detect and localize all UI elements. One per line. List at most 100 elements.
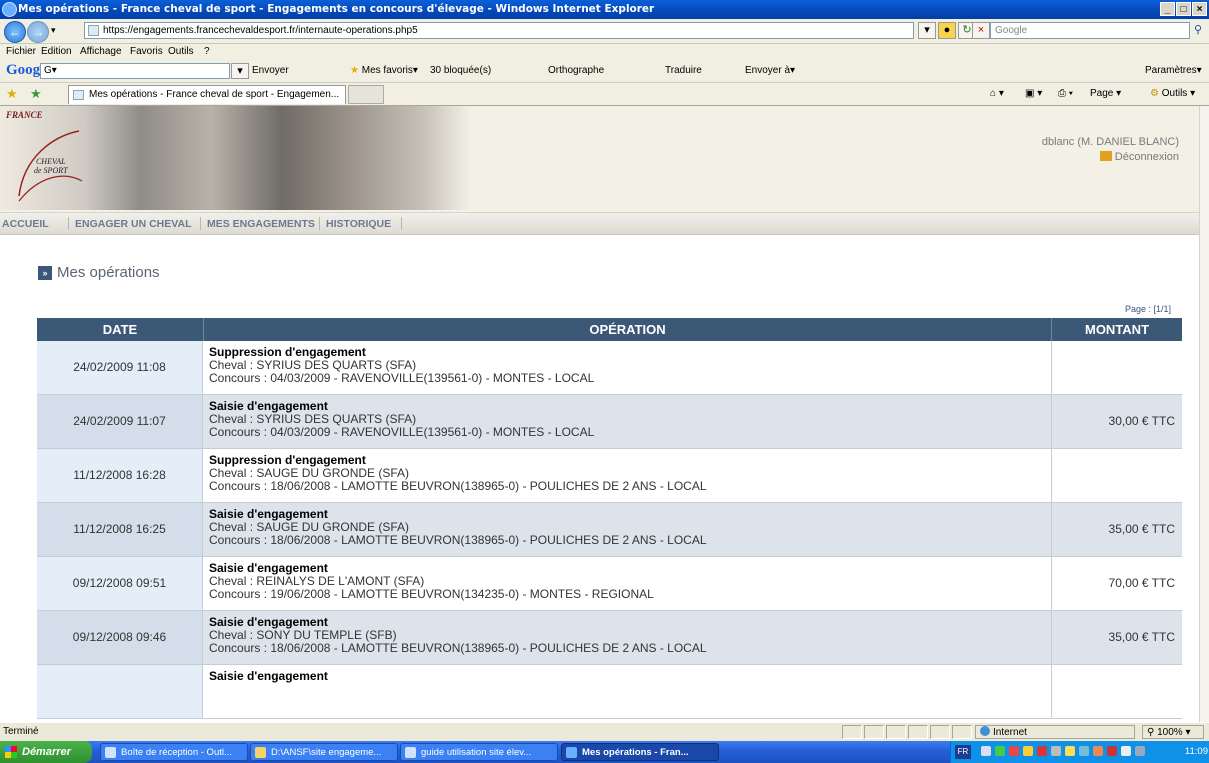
- task-ie-active[interactable]: Mes opérations - Fran...: [561, 743, 719, 761]
- row-date: 24/02/2009 11:08: [37, 341, 203, 394]
- nav-accueil[interactable]: ACCUEIL: [2, 218, 49, 230]
- new-tab-button[interactable]: [348, 85, 384, 104]
- history-dropdown-icon[interactable]: ▾: [51, 25, 56, 36]
- task-outlook[interactable]: Boîte de réception - Outl...: [100, 743, 248, 761]
- tray-app-icon[interactable]: [1037, 746, 1047, 756]
- start-button[interactable]: Démarrer: [0, 741, 92, 763]
- home-icon[interactable]: ⌂ ▾: [990, 88, 1004, 99]
- minimize-button[interactable]: _: [1160, 2, 1175, 16]
- language-indicator[interactable]: FR: [955, 745, 971, 759]
- menu-help[interactable]: ?: [204, 46, 210, 57]
- maximize-button[interactable]: □: [1176, 2, 1191, 16]
- blocked-popups[interactable]: 30 bloquée(s): [430, 65, 491, 76]
- page-menu[interactable]: Page ▾: [1090, 88, 1121, 99]
- security-zone[interactable]: Internet: [975, 725, 1135, 739]
- google-select: G▾: [44, 65, 57, 76]
- nav-engager-cheval[interactable]: ENGAGER UN CHEVAL: [75, 218, 191, 230]
- network-icon[interactable]: [981, 746, 991, 756]
- forward-icon[interactable]: →: [27, 21, 49, 43]
- add-favorite-icon[interactable]: ★: [30, 86, 42, 102]
- tray-app-icon[interactable]: [1093, 746, 1103, 756]
- tools-menu[interactable]: ⚙ Outils ▾: [1150, 88, 1195, 99]
- menu-affichage[interactable]: Affichage: [80, 46, 122, 57]
- logo-france: FRANCE: [6, 110, 43, 120]
- tray-app-icon[interactable]: [1079, 746, 1089, 756]
- site-banner: FRANCE CHEVAL de SPORT dblanc (M. DANIEL…: [0, 106, 1199, 213]
- table-header: DATE OPÉRATION MONTANT: [37, 318, 1182, 341]
- row-amount: 35,00 € TTC: [1108, 522, 1175, 536]
- status-cell: [864, 725, 884, 739]
- send-to-button[interactable]: Envoyer à▾: [745, 65, 795, 76]
- operation-contest: Concours : 18/06/2008 - LAMOTTE BEUVRON(…: [209, 479, 707, 493]
- task-word-document[interactable]: guide utilisation site élev...: [400, 743, 558, 761]
- google-dropdown-icon[interactable]: ▾: [231, 63, 249, 79]
- row-date: [37, 665, 203, 718]
- word-icon: [405, 747, 416, 758]
- tray-app-icon[interactable]: [1107, 746, 1117, 756]
- menu-edition[interactable]: Edition: [41, 46, 72, 57]
- google-search-box[interactable]: G▾: [40, 63, 230, 79]
- favorites-star-icon[interactable]: ★: [6, 86, 18, 102]
- nav-historique[interactable]: HISTORIQUE: [326, 218, 391, 230]
- tray-app-icon[interactable]: [1051, 746, 1061, 756]
- taskbar: Démarrer Boîte de réception - Outl... D:…: [0, 741, 1209, 763]
- url-field[interactable]: https://engagements.francechevaldesport.…: [84, 22, 914, 39]
- row-operation: Saisie d'engagement: [209, 670, 1049, 696]
- nav-mes-engagements[interactable]: MES ENGAGEMENTS: [207, 218, 315, 230]
- operation-horse: Cheval : SONY DU TEMPLE (SFB): [209, 628, 397, 642]
- print-icon[interactable]: ⎙ ▾: [1058, 88, 1073, 99]
- row-date: 11/12/2008 16:25: [37, 503, 203, 556]
- operation-type: Suppression d'engagement: [209, 345, 366, 359]
- spelling-button[interactable]: Orthographe: [548, 65, 604, 76]
- translate-button[interactable]: Traduire: [665, 65, 702, 76]
- stop-icon[interactable]: ×: [972, 22, 990, 39]
- operation-type: Saisie d'engagement: [209, 561, 328, 575]
- window-title-bar[interactable]: Mes opérations - France cheval de sport …: [0, 0, 1209, 19]
- volume-icon[interactable]: [1065, 746, 1075, 756]
- search-input[interactable]: Google: [990, 22, 1190, 39]
- status-cell: [908, 725, 928, 739]
- back-icon[interactable]: ←: [4, 21, 26, 43]
- tray-app-icon[interactable]: [1009, 746, 1019, 756]
- tray-app-icon[interactable]: [1135, 746, 1145, 756]
- task-label: guide utilisation site élev...: [421, 747, 532, 758]
- page-icon: [88, 25, 99, 36]
- send-button[interactable]: Envoyer: [252, 65, 289, 76]
- tray-app-icon[interactable]: [1121, 746, 1131, 756]
- menu-favoris[interactable]: Favoris: [130, 46, 163, 57]
- row-operation: Saisie d'engagement Cheval : SAUGE DU GRO…: [209, 508, 1049, 547]
- close-window-button[interactable]: ×: [1192, 2, 1207, 16]
- url-dropdown-icon[interactable]: ▾: [918, 22, 936, 39]
- col-divider: [1051, 611, 1052, 664]
- favorites-button[interactable]: ★ Mes favoris▾: [350, 65, 418, 76]
- settings-button[interactable]: Paramètres▾: [1145, 65, 1202, 76]
- zoom-icon: ⚲: [1147, 727, 1155, 738]
- logout-link[interactable]: Déconnexion: [1099, 151, 1179, 163]
- col-date-header: DATE: [102, 322, 138, 337]
- table-row: 11/12/2008 16:25 Saisie d'engagement Chev…: [37, 503, 1182, 557]
- search-icon[interactable]: ⚲: [1194, 23, 1202, 36]
- feeds-icon[interactable]: ▣ ▾: [1025, 88, 1042, 99]
- google-toolbar: Google G▾ ▾ Envoyer ★ Mes favoris▾ 30 bl…: [0, 60, 1209, 83]
- tab-label: Mes opérations - France cheval de sport …: [89, 89, 340, 100]
- vertical-scrollbar[interactable]: [1199, 106, 1209, 722]
- table-row: 24/02/2009 11:08 Suppression d'engagemen…: [37, 341, 1182, 395]
- task-explorer-folder[interactable]: D:\ANSF\site engageme...: [250, 743, 398, 761]
- tab-mes-operations[interactable]: Mes opérations - France cheval de sport …: [68, 85, 346, 104]
- folder-icon: [255, 747, 266, 758]
- banner-horses-image: FRANCE CHEVAL de SPORT: [0, 106, 470, 210]
- tray-app-icon[interactable]: [995, 746, 1005, 756]
- row-operation: Saisie d'engagement Cheval : REINALYS DE …: [209, 562, 1049, 601]
- operation-horse: Cheval : SAUGE DU GRONDE (SFA): [209, 520, 410, 534]
- operation-type: Saisie d'engagement: [209, 507, 328, 521]
- menu-fichier[interactable]: Fichier: [6, 46, 36, 57]
- row-operation: Suppression d'engagement Cheval : SAUGE D…: [209, 454, 1049, 493]
- zoom-control[interactable]: ⚲ 100% ▾: [1142, 725, 1204, 739]
- web-page: FRANCE CHEVAL de SPORT dblanc (M. DANIEL…: [0, 106, 1199, 722]
- favorites-label: Mes favoris▾: [361, 65, 418, 76]
- lock-icon[interactable]: ●: [938, 22, 956, 39]
- table-row: 09/12/2008 09:51 Saisie d'engagement Chev…: [37, 557, 1182, 611]
- menu-outils[interactable]: Outils: [168, 46, 194, 57]
- operation-contest: Concours : 18/06/2008 - LAMOTTE BEUVRON(…: [209, 533, 707, 547]
- tray-app-icon[interactable]: [1023, 746, 1033, 756]
